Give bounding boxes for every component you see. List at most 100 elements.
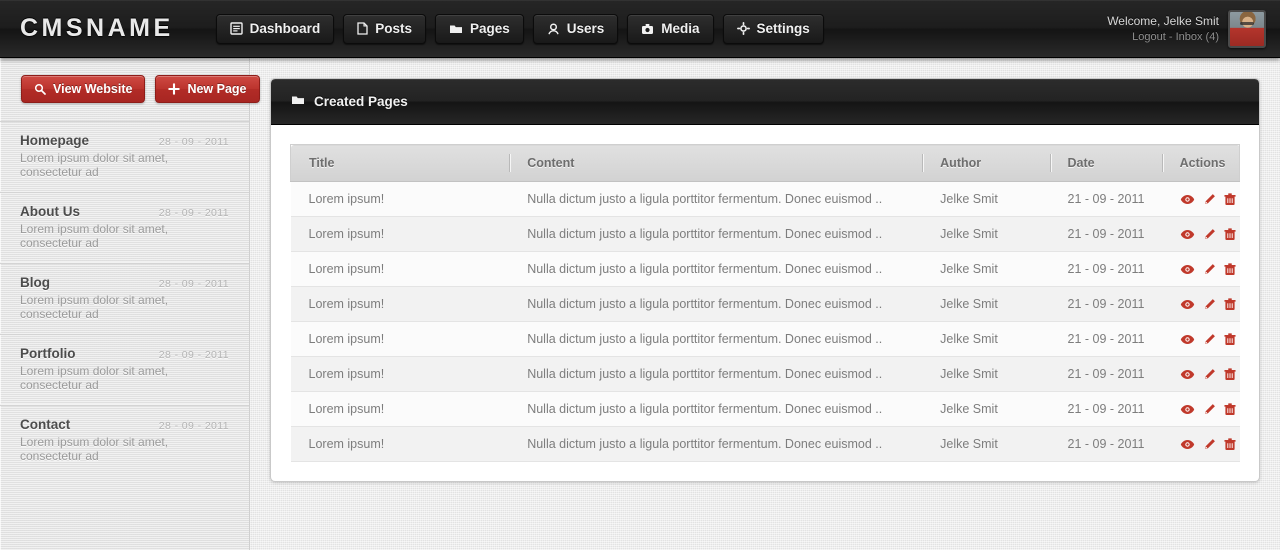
table-row[interactable]: Lorem ipsum! Nulla dictum justo a ligula…: [290, 426, 1240, 462]
sidebar-item-title: Homepage: [20, 133, 90, 148]
table-row[interactable]: Lorem ipsum! Nulla dictum justo a ligula…: [290, 391, 1240, 427]
panel-header: Created Pages: [271, 79, 1259, 125]
view-icon[interactable]: [1180, 194, 1195, 205]
table-row[interactable]: Lorem ipsum! Nulla dictum justo a ligula…: [290, 216, 1240, 252]
sidebar-item-date: 28 - 09 - 2011: [158, 420, 229, 432]
sidebar-item-desc: Lorem ipsum dolor sit amet, consectetur …: [20, 151, 169, 179]
view-icon[interactable]: [1180, 264, 1195, 275]
cell-date: 21 - 09 - 2011: [1049, 321, 1162, 357]
nav-item-pages[interactable]: Pages: [434, 13, 524, 44]
cell-actions: [1161, 286, 1240, 322]
cell-content: Nulla dictum justo a ligula porttitor fe…: [509, 251, 923, 287]
view-icon[interactable]: [1180, 404, 1195, 415]
delete-icon[interactable]: [1224, 192, 1236, 206]
cell-author: Jelke Smit: [922, 216, 1050, 252]
nav-item-posts[interactable]: Posts: [343, 13, 426, 44]
edit-icon[interactable]: [1203, 403, 1216, 416]
edit-icon[interactable]: [1203, 228, 1216, 241]
sidebar-item-desc: Lorem ipsum dolor sit amet, consectetur …: [20, 435, 169, 463]
cell-date: 21 - 09 - 2011: [1049, 181, 1162, 217]
edit-icon[interactable]: [1203, 368, 1216, 381]
view-website-button[interactable]: View Website: [21, 75, 146, 103]
delete-icon[interactable]: [1224, 297, 1236, 311]
sidebar-actions: View Website New Page: [0, 58, 260, 121]
cell-content: Nulla dictum justo a ligula porttitor fe…: [509, 216, 923, 252]
sidebar-item-desc: Lorem ipsum dolor sit amet, consectetur …: [20, 293, 169, 321]
table-row[interactable]: Lorem ipsum! Nulla dictum justo a ligula…: [290, 181, 1240, 217]
column-header-title[interactable]: Title: [290, 144, 510, 182]
folder-icon: [291, 93, 305, 111]
avatar[interactable]: [1228, 10, 1266, 48]
cell-date: 21 - 09 - 2011: [1049, 286, 1162, 322]
sidebar: View Website New Page Homepage 28 - 09 -…: [0, 58, 260, 550]
cell-author: Jelke Smit: [922, 321, 1050, 357]
user-area: Welcome, Jelke Smit Logout - Inbox (4): [1107, 0, 1266, 58]
nav-item-settings[interactable]: Settings: [722, 13, 824, 44]
cell-author: Jelke Smit: [922, 286, 1050, 322]
new-page-button[interactable]: New Page: [155, 75, 260, 103]
delete-icon[interactable]: [1224, 332, 1236, 346]
edit-icon[interactable]: [1203, 193, 1216, 206]
cell-date: 21 - 09 - 2011: [1049, 216, 1162, 252]
sidebar-item-title: Portfolio: [20, 346, 76, 361]
delete-icon[interactable]: [1224, 262, 1236, 276]
edit-icon[interactable]: [1203, 298, 1216, 311]
edit-icon[interactable]: [1203, 438, 1216, 451]
cell-content: Nulla dictum justo a ligula porttitor fe…: [509, 391, 923, 427]
cell-author: Jelke Smit: [922, 356, 1050, 392]
cell-title: Lorem ipsum!: [290, 286, 510, 322]
folder-icon: [449, 23, 463, 35]
panel-title: Created Pages: [314, 94, 408, 109]
view-icon[interactable]: [1180, 229, 1195, 240]
nav-item-dashboard[interactable]: Dashboard: [215, 13, 335, 44]
column-header-content[interactable]: Content: [509, 144, 923, 182]
view-icon[interactable]: [1180, 369, 1195, 380]
cell-author: Jelke Smit: [922, 251, 1050, 287]
sidebar-page-list: Homepage 28 - 09 - 2011 Lorem ipsum dolo…: [0, 121, 249, 476]
column-header-date[interactable]: Date: [1049, 144, 1162, 182]
nav-item-media[interactable]: Media: [627, 13, 714, 44]
sidebar-item-date: 28 - 09 - 2011: [158, 349, 229, 361]
nav-label: Dashboard: [249, 21, 321, 36]
sidebar-item-contact[interactable]: Contact 28 - 09 - 2011 Lorem ipsum dolor…: [0, 405, 249, 476]
row-action-group: [1180, 437, 1240, 451]
nav-label: Posts: [375, 21, 412, 36]
table-row[interactable]: Lorem ipsum! Nulla dictum justo a ligula…: [290, 251, 1240, 287]
created-pages-table: Title Content Author Date Actions Lorem …: [290, 144, 1240, 462]
table-row[interactable]: Lorem ipsum! Nulla dictum justo a ligula…: [290, 321, 1240, 357]
view-icon[interactable]: [1180, 439, 1195, 450]
delete-icon[interactable]: [1224, 402, 1236, 416]
logout-inbox-links[interactable]: Logout - Inbox (4): [1107, 30, 1219, 44]
view-icon[interactable]: [1180, 334, 1195, 345]
row-action-group: [1180, 262, 1240, 276]
edit-icon[interactable]: [1203, 333, 1216, 346]
dashboard-icon: [229, 22, 243, 35]
delete-icon[interactable]: [1224, 367, 1236, 381]
cell-date: 21 - 09 - 2011: [1049, 426, 1162, 462]
file-icon: [357, 22, 368, 35]
sidebar-item-about-us[interactable]: About Us 28 - 09 - 2011 Lorem ipsum dolo…: [0, 192, 249, 263]
view-icon[interactable]: [1180, 299, 1195, 310]
nav-label: Media: [661, 21, 700, 36]
sidebar-item-homepage[interactable]: Homepage 28 - 09 - 2011 Lorem ipsum dolo…: [0, 121, 249, 192]
table-row[interactable]: Lorem ipsum! Nulla dictum justo a ligula…: [290, 286, 1240, 322]
sidebar-item-portfolio[interactable]: Portfolio 28 - 09 - 2011 Lorem ipsum dol…: [0, 334, 249, 405]
top-header-bar: CMSNAME Dashboard Posts Pages Users Medi…: [0, 0, 1280, 58]
nav-label: Settings: [756, 21, 810, 36]
edit-icon[interactable]: [1203, 263, 1216, 276]
delete-icon[interactable]: [1224, 227, 1236, 241]
table-head: Title Content Author Date Actions: [290, 144, 1240, 182]
row-action-group: [1180, 332, 1240, 346]
cell-title: Lorem ipsum!: [290, 426, 510, 462]
sidebar-item-blog[interactable]: Blog 28 - 09 - 2011 Lorem ipsum dolor si…: [0, 263, 249, 334]
cell-content: Nulla dictum justo a ligula porttitor fe…: [509, 286, 923, 322]
cell-date: 21 - 09 - 2011: [1049, 251, 1162, 287]
column-header-author[interactable]: Author: [922, 144, 1050, 182]
column-header-actions: Actions: [1161, 144, 1240, 182]
button-label: New Page: [187, 82, 247, 96]
nav-item-users[interactable]: Users: [532, 13, 619, 44]
row-action-group: [1180, 402, 1240, 416]
cell-content: Nulla dictum justo a ligula porttitor fe…: [509, 321, 923, 357]
delete-icon[interactable]: [1224, 437, 1236, 451]
table-row[interactable]: Lorem ipsum! Nulla dictum justo a ligula…: [290, 356, 1240, 392]
